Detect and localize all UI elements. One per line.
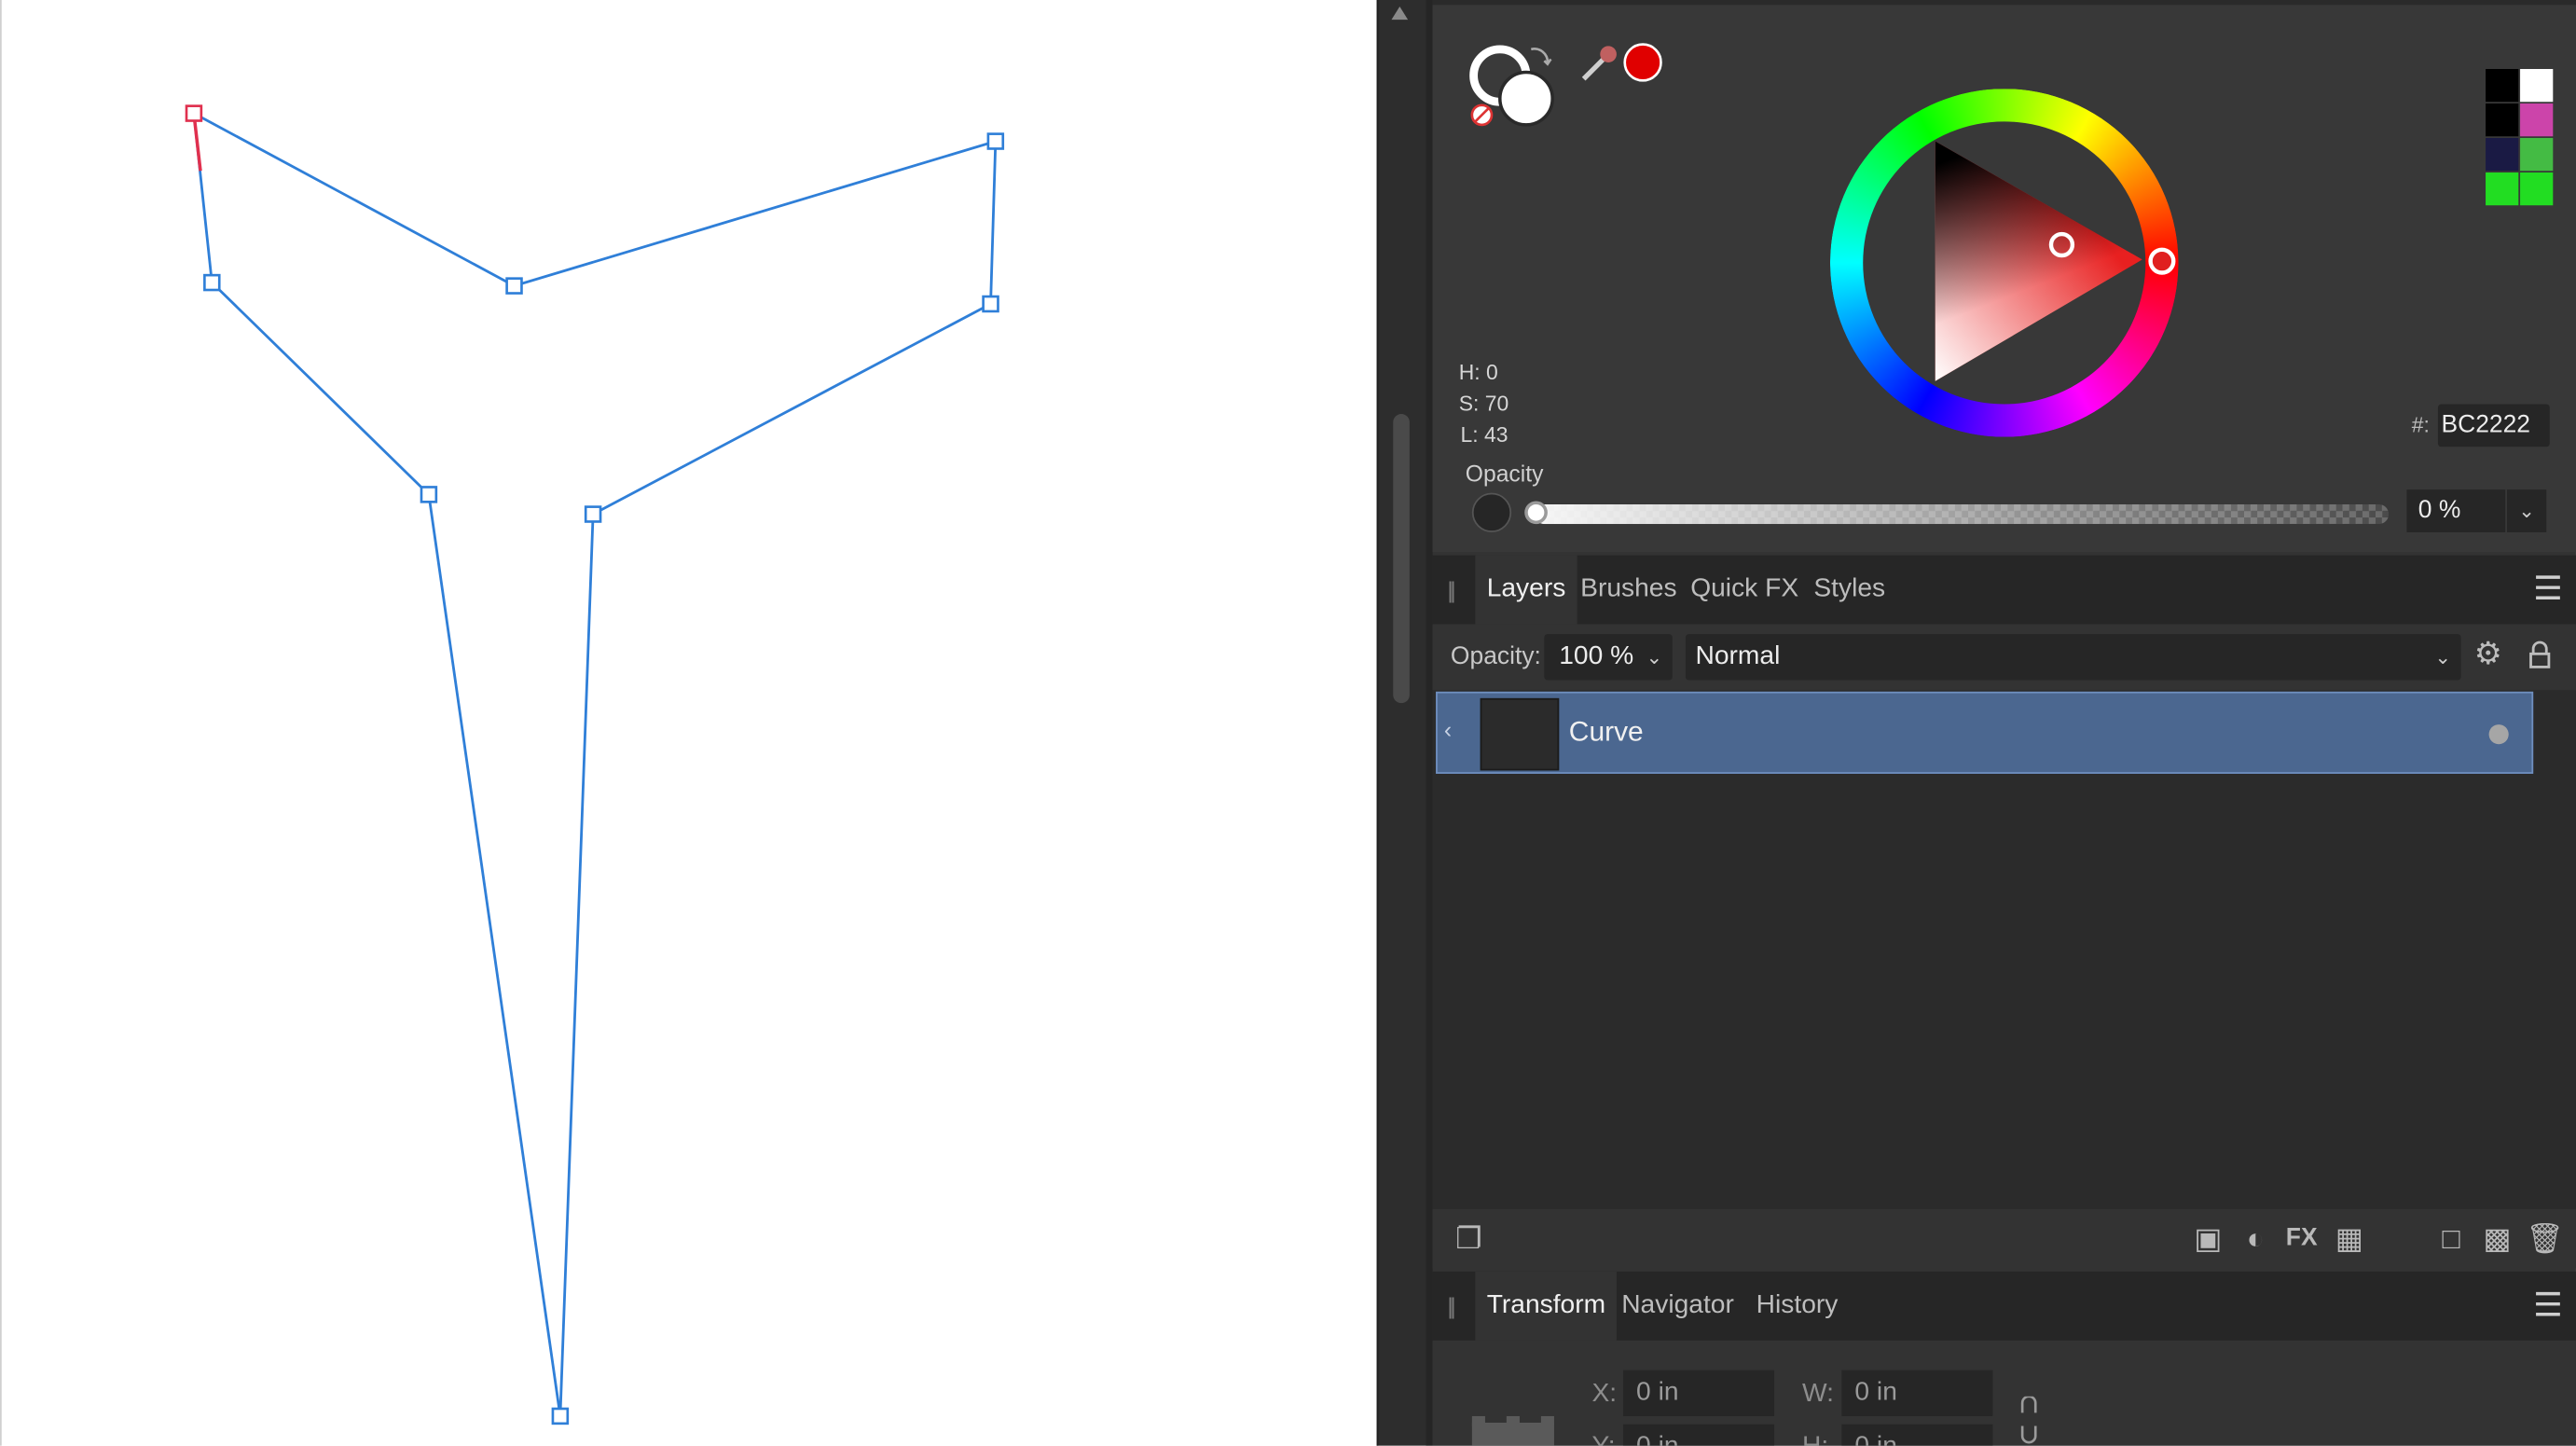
curve-path: [192, 111, 998, 1417]
expand-layer-icon[interactable]: ‹: [1444, 716, 1452, 742]
transform-panel: X: 0 in W: 0 in Y: 0 in H: 0 in: [1432, 1340, 2576, 1446]
layer-row[interactable]: ‹ Curve: [1436, 691, 2534, 774]
layer-opacity-value: 100 %: [1559, 641, 1634, 670]
anchor-selector-icon[interactable]: [1468, 1415, 1557, 1446]
curve-node: [982, 295, 999, 313]
fill-swatch-icon: [1498, 70, 1554, 127]
recent-swatches[interactable]: [2486, 69, 2555, 206]
blend-mode-dropdown[interactable]: Normal ⌄: [1685, 634, 2461, 681]
chevron-down-icon: ⌄: [1646, 645, 1663, 669]
curve-node: [584, 505, 602, 523]
layers-toolbar: Opacity: 100 % ⌄ Normal ⌄ ⚙: [1432, 624, 2576, 691]
w-label: W:: [1802, 1380, 1834, 1409]
color-swatch[interactable]: [2520, 172, 2554, 206]
blend-mode-value: Normal: [1695, 641, 1781, 670]
curve-node: [420, 486, 438, 503]
color-swatch[interactable]: [2486, 172, 2519, 206]
color-swatch[interactable]: [2486, 103, 2519, 137]
layer-visibility-toggle[interactable]: [2488, 724, 2509, 745]
tab-brushes[interactable]: Brushes: [1569, 556, 1688, 625]
gear-icon[interactable]: ⚙: [2474, 636, 2502, 674]
color-opacity-input[interactable]: 0 %: [2406, 489, 2506, 532]
curve-node: [203, 273, 221, 292]
curve-node: [551, 1407, 570, 1425]
panel-grip-icon[interactable]: ||: [1447, 576, 1456, 602]
scroll-up-arrow-icon[interactable]: [1391, 7, 1409, 21]
layer-opacity-dropdown[interactable]: 100 % ⌄: [1544, 634, 1673, 681]
color-opacity-label: Opacity: [1465, 460, 1544, 487]
panel-divider: [1426, 0, 1433, 1446]
rasterize-icon[interactable]: ▩: [2477, 1219, 2516, 1258]
eyedropper-icon: [1581, 57, 1605, 81]
x-input[interactable]: 0 in: [1622, 1370, 1775, 1416]
tab-navigator[interactable]: Navigator: [1610, 1272, 1745, 1341]
canvas-vertical-scrollbar[interactable]: [1376, 0, 1426, 1446]
hex-label: #:: [2411, 412, 2430, 437]
curve-node: [185, 104, 203, 122]
hex-input[interactable]: BC2222: [2437, 404, 2550, 448]
y-label: Y:: [1591, 1433, 1615, 1446]
adjustment-layer-icon[interactable]: ◐: [2236, 1219, 2275, 1258]
color-swatch[interactable]: [2486, 69, 2519, 103]
panel-menu-icon[interactable]: ☰: [2533, 569, 2563, 610]
perspective-grid-icon[interactable]: ▦: [2330, 1219, 2369, 1258]
add-pixel-layer-icon[interactable]: □: [2431, 1219, 2471, 1258]
color-opacity-slider-knob[interactable]: [1524, 501, 1548, 525]
document-canvas[interactable]: [0, 0, 1377, 1446]
color-swatch[interactable]: [2486, 138, 2519, 172]
tab-transform[interactable]: Transform: [1475, 1271, 1618, 1341]
chevron-down-icon: ⌄: [2434, 645, 2452, 669]
layer-thumbnail: [1480, 697, 1560, 771]
eyedropper-tool[interactable]: [1577, 39, 1670, 85]
h-label: H:: [1802, 1433, 1828, 1446]
hue-readout: H: 0: [1458, 359, 1498, 385]
layer-opacity-label: Opacity:: [1450, 641, 1541, 670]
color-swatch[interactable]: [2520, 103, 2554, 137]
tab-styles[interactable]: Styles: [1802, 556, 1896, 625]
color-wheel[interactable]: [1829, 89, 2179, 437]
arrange-layers-icon[interactable]: ❐: [1449, 1219, 1488, 1258]
color-swatch[interactable]: [2520, 138, 2554, 172]
saturation-readout: S: 70: [1458, 391, 1509, 416]
panel-grip-icon[interactable]: ||: [1447, 1293, 1456, 1319]
layers-footer-toolbar: ❐ ▣ ◐ FX ▦ □ ▩ 🗑: [1432, 1208, 2576, 1269]
tab-layers[interactable]: Layers: [1475, 555, 1577, 625]
curve-node: [986, 132, 1005, 150]
hue-marker: [2148, 247, 2176, 275]
link-aspect-icon[interactable]: [2018, 1396, 2041, 1446]
chevron-down-icon[interactable]: ⌄: [2506, 489, 2547, 532]
color-swatch[interactable]: [2520, 69, 2554, 103]
layer-name: Curve: [1568, 716, 1644, 748]
panel-menu-icon[interactable]: ☰: [2533, 1285, 2563, 1326]
layers-list: ‹ Curve: [1432, 690, 2576, 1209]
curve-node: [505, 277, 523, 295]
x-label: X:: [1591, 1380, 1618, 1409]
lock-icon[interactable]: [2528, 640, 2552, 670]
color-panel-top-border: [1432, 0, 2576, 6]
h-input[interactable]: 0 in: [1841, 1424, 1993, 1446]
lightness-readout: L: 43: [1460, 421, 1508, 448]
trash-icon[interactable]: 🗑: [2525, 1219, 2564, 1258]
tab-quick-fx[interactable]: Quick FX: [1679, 556, 1811, 625]
transform-panel-tabbar: || Transform Navigator History ☰: [1432, 1271, 2576, 1341]
tab-history[interactable]: History: [1744, 1272, 1849, 1341]
mask-layer-icon[interactable]: ▣: [2188, 1219, 2227, 1258]
picked-color-swatch: [1623, 43, 1662, 82]
w-input[interactable]: 0 in: [1841, 1370, 1993, 1416]
y-input[interactable]: 0 in: [1622, 1424, 1775, 1446]
live-filter-icon[interactable]: FX: [2282, 1219, 2321, 1258]
color-panel: H: 0 S: 70 L: 43 #: BC2222 Opacity 0 % ⌄: [1432, 0, 2576, 553]
fill-stroke-selector[interactable]: [1466, 39, 1564, 131]
opacity-preview-swatch: [1471, 492, 1512, 532]
scrollbar-thumb[interactable]: [1393, 414, 1410, 704]
layers-panel-tabbar: || Layers Brushes Quick FX Styles ☰: [1432, 555, 2576, 625]
color-opacity-slider[interactable]: [1534, 503, 2390, 525]
curve-drawing[interactable]: [2, 0, 1379, 1446]
